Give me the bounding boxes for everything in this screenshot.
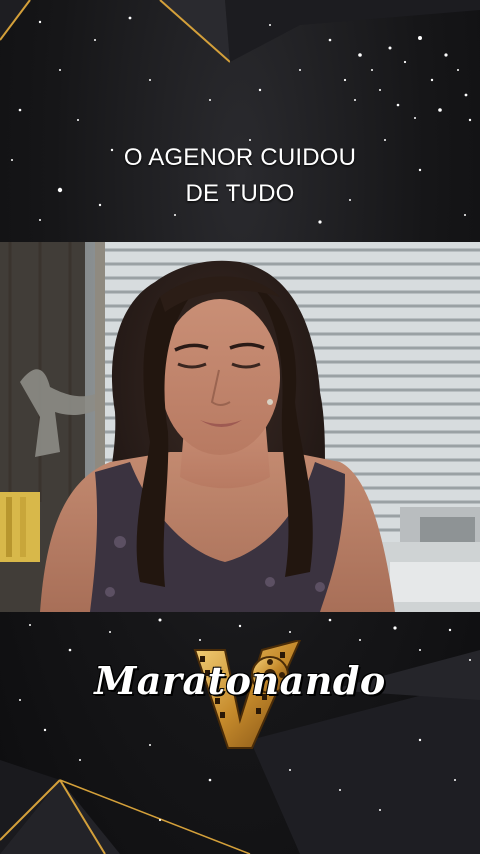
brand-name: Maratonando bbox=[94, 658, 386, 703]
top-left-shard bbox=[0, 0, 30, 40]
video-still-image bbox=[0, 242, 480, 612]
video-frame[interactable] bbox=[0, 242, 480, 612]
top-center-shard bbox=[160, 0, 230, 62]
caption-line-1: O AGENOR CUIDOU bbox=[123, 144, 357, 171]
caption-line-2: DE TUDO bbox=[185, 180, 295, 207]
video-caption: O AGENOR CUIDOU DE TUDO bbox=[0, 140, 480, 212]
brand-logo: Maratonando bbox=[0, 640, 480, 760]
video-post-frame: O AGENOR CUIDOU DE TUDO Maratonando bbox=[0, 0, 480, 854]
